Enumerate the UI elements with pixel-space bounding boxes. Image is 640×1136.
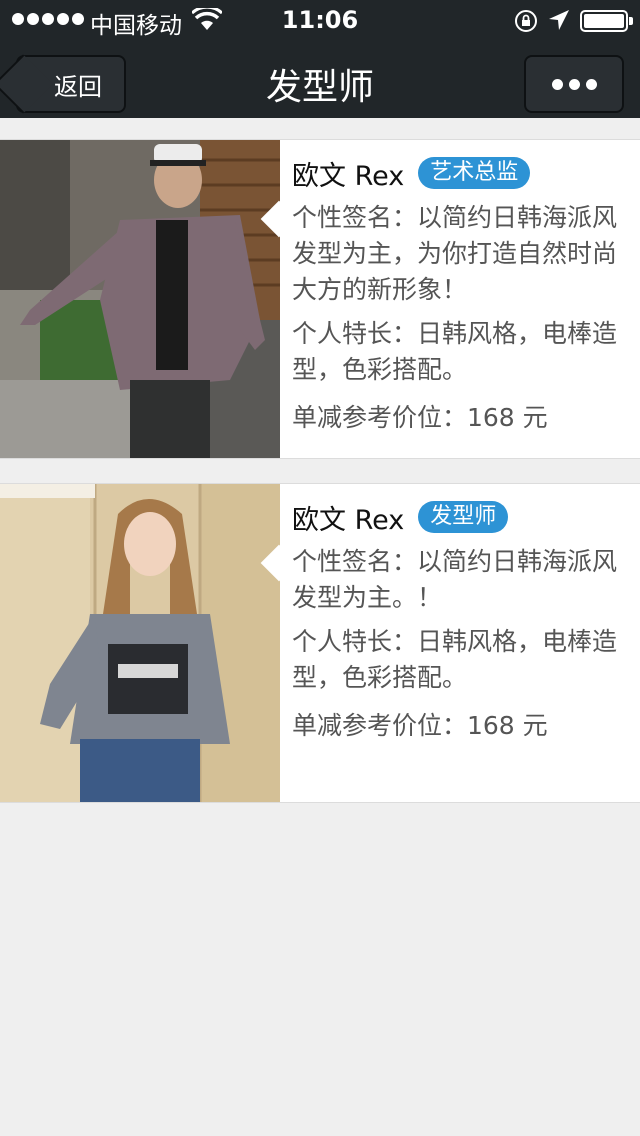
- stylist-price: 单减参考价位：168 元: [292, 711, 548, 740]
- status-time: 11:06: [281, 6, 359, 34]
- stylist-card[interactable]: 欧文 Rex 发型师 个性签名：以简约日韩海派风发型为主。！ 个人特长：日韩风格…: [0, 483, 640, 803]
- stylist-signature: 个性签名：以简约日韩海派风发型为主。！: [292, 547, 618, 612]
- stylist-name: 欧文 Rex: [292, 160, 405, 192]
- more-options-button[interactable]: [524, 55, 624, 113]
- stylist-price: 单减参考价位：168 元: [292, 403, 548, 432]
- stylist-specialty: 个人特长：日韩风格，电棒造型，色彩搭配。: [292, 627, 618, 692]
- navigation-bar: 返回 发型师: [0, 40, 640, 118]
- status-bar: 中国移动 11:06: [0, 0, 640, 40]
- top-bar: 中国移动 11:06 返回 发型师: [0, 0, 640, 118]
- stylist-photo: [0, 484, 280, 802]
- stylist-info: 欧文 Rex 发型师 个性签名：以简约日韩海派风发型为主。！ 个人特长：日韩风格…: [292, 498, 632, 744]
- more-dot-icon: [568, 78, 580, 90]
- role-badge: 发型师: [418, 501, 509, 533]
- stylist-name: 欧文 Rex: [292, 504, 405, 536]
- stylist-photo: [0, 140, 280, 458]
- location-arrow-icon: [549, 10, 569, 30]
- stylist-specialty: 个人特长：日韩风格，电棒造型，色彩搭配。: [292, 319, 618, 384]
- stylist-signature: 个性签名：以简约日韩海派风发型为主，为你打造自然时尚大方的新形象！: [292, 203, 618, 304]
- battery-icon: [580, 10, 633, 32]
- rotation-lock-icon: [515, 10, 537, 32]
- more-dot-icon: [585, 78, 597, 90]
- role-badge: 艺术总监: [418, 157, 531, 189]
- stylist-info: 欧文 Rex 艺术总监 个性签名：以简约日韩海派风发型为主，为你打造自然时尚大方…: [292, 154, 632, 436]
- stylist-card[interactable]: 欧文 Rex 艺术总监 个性签名：以简约日韩海派风发型为主，为你打造自然时尚大方…: [0, 139, 640, 459]
- more-dot-icon: [551, 78, 563, 90]
